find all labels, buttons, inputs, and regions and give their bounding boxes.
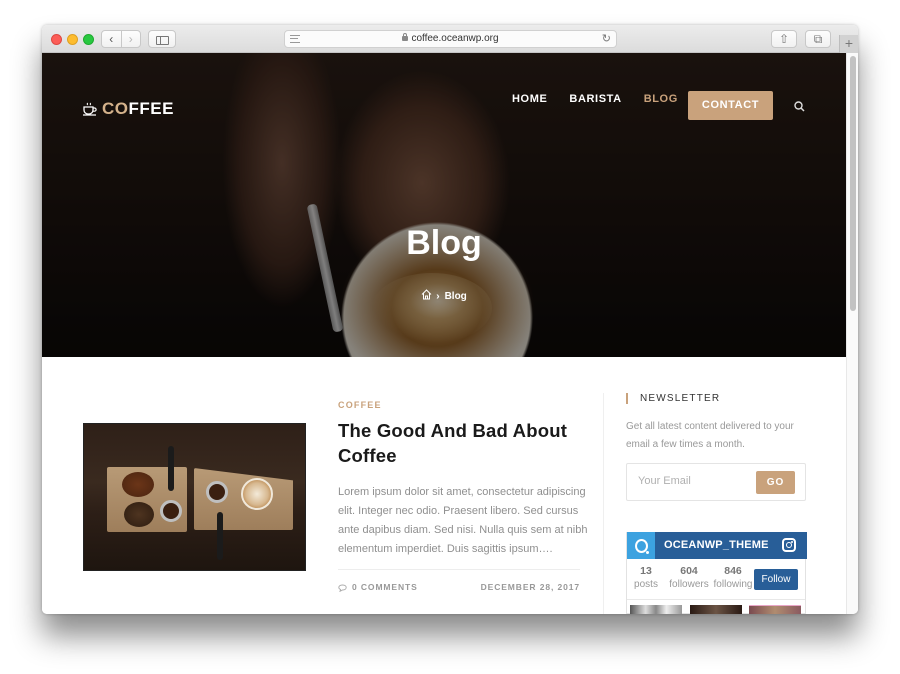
newsletter-widget-title: NEWSLETTER (626, 393, 720, 404)
sidebar-icon (155, 36, 169, 45)
stat-value: 13 (640, 565, 652, 577)
vertical-scrollbar[interactable] (846, 53, 858, 614)
stat-label: posts (634, 579, 658, 590)
email-input[interactable] (638, 475, 748, 487)
logo-text: FFEE (128, 99, 174, 118)
history-nav: ‹ › (101, 30, 141, 48)
share-button[interactable]: ⇧ (771, 30, 797, 48)
coffee-beans (124, 502, 154, 527)
breadcrumb-separator: › (436, 290, 440, 302)
new-tab-button[interactable]: + (839, 35, 858, 53)
post-title[interactable]: The Good And Bad About Coffee (338, 418, 588, 468)
portafilter-handle (168, 446, 174, 491)
stat-following: 846 following (713, 565, 753, 591)
comment-icon (338, 584, 347, 592)
post-featured-image[interactable] (83, 423, 306, 571)
instagram-thumbnail[interactable] (690, 605, 742, 614)
browser-toolbar: ‹ › coffee.oceanwp.org ↻ ⇧ ⧉ + (42, 25, 858, 53)
search-icon[interactable] (794, 99, 805, 112)
site-logo[interactable]: CO FFEE (82, 99, 174, 119)
divider (338, 569, 580, 570)
close-window-button[interactable] (51, 34, 62, 45)
nav-barista[interactable]: BARISTA (569, 93, 621, 105)
post-excerpt: Lorem ipsum dolor sit amet, consectetur … (338, 486, 588, 555)
breadcrumb: › Blog (42, 289, 846, 303)
instagram-widget: OCEANWP_THEME 13 posts 604 followers 846… (626, 532, 807, 614)
reader-mode-icon[interactable] (290, 35, 300, 43)
instagram-thumbnail[interactable] (630, 605, 682, 614)
main-navigation: HOME BARISTA BLOG (512, 93, 700, 105)
oceanwp-logo[interactable] (627, 532, 655, 559)
stat-value: 604 (680, 565, 698, 577)
divider (627, 599, 805, 600)
tabs-icon: ⧉ (813, 32, 823, 46)
tabs-overview-button[interactable]: ⧉ (805, 30, 831, 48)
portafilter (160, 500, 182, 522)
lock-icon (402, 33, 409, 41)
breadcrumb-current: Blog (444, 290, 467, 302)
contact-button[interactable]: CONTACT (688, 91, 773, 120)
newsletter-title: NEWSLETTER (640, 393, 721, 404)
page-viewport: CO FFEE HOME BARISTA BLOG CONTACT Blog ›… (42, 53, 846, 614)
stat-value: 846 (724, 565, 742, 577)
post-date: DECEMBER 28, 2017 (480, 582, 580, 592)
back-button[interactable]: ‹ (102, 31, 122, 47)
instagram-username[interactable]: OCEANWP_THEME (664, 539, 769, 551)
share-icon: ⇧ (778, 32, 790, 46)
reload-icon[interactable]: ↻ (602, 31, 611, 47)
stat-posts: 13 posts (631, 565, 661, 591)
sidebar-divider (603, 393, 604, 614)
portafilter (206, 481, 228, 503)
comments-count: 0 COMMENTS (352, 582, 418, 592)
sidebar-toggle-button[interactable] (148, 30, 176, 48)
title-accent-bar (626, 393, 628, 404)
nav-blog[interactable]: BLOG (644, 93, 678, 105)
hero-banner: CO FFEE HOME BARISTA BLOG CONTACT Blog ›… (42, 53, 846, 357)
coffee-cup-icon (82, 102, 98, 116)
scrollbar-thumb[interactable] (850, 56, 856, 311)
zoom-window-button[interactable] (83, 34, 94, 45)
url-text: coffee.oceanwp.org (411, 33, 499, 44)
browser-window: ‹ › coffee.oceanwp.org ↻ ⇧ ⧉ + CO FFEE H… (42, 25, 858, 614)
home-icon[interactable] (421, 289, 432, 303)
stat-followers: 604 followers (668, 565, 710, 591)
logo-text-accent: CO (102, 99, 129, 118)
instagram-icon[interactable] (782, 538, 796, 552)
follow-button[interactable]: Follow (754, 569, 798, 590)
instagram-thumbnail[interactable] (749, 605, 801, 614)
post-category[interactable]: COFFEE (338, 400, 382, 410)
newsletter-form: GO (626, 463, 806, 501)
address-bar[interactable]: coffee.oceanwp.org ↻ (284, 30, 617, 48)
subscribe-button[interactable]: GO (756, 471, 795, 494)
stat-label: following (713, 579, 753, 590)
minimize-window-button[interactable] (67, 34, 78, 45)
post-comments-link[interactable]: 0 COMMENTS (338, 582, 418, 592)
stat-label: followers (669, 579, 709, 590)
page-title: Blog (406, 224, 482, 262)
newsletter-description: Get all latest content delivered to your… (626, 421, 794, 450)
ground-coffee (122, 472, 154, 497)
latte-cup (241, 478, 273, 510)
nav-home[interactable]: HOME (512, 93, 547, 105)
forward-button[interactable]: › (122, 31, 141, 47)
oceanwp-logo-icon (634, 538, 649, 554)
portafilter-handle (217, 512, 223, 560)
plus-icon: + (844, 35, 854, 51)
instagram-header: OCEANWP_THEME (627, 532, 807, 559)
